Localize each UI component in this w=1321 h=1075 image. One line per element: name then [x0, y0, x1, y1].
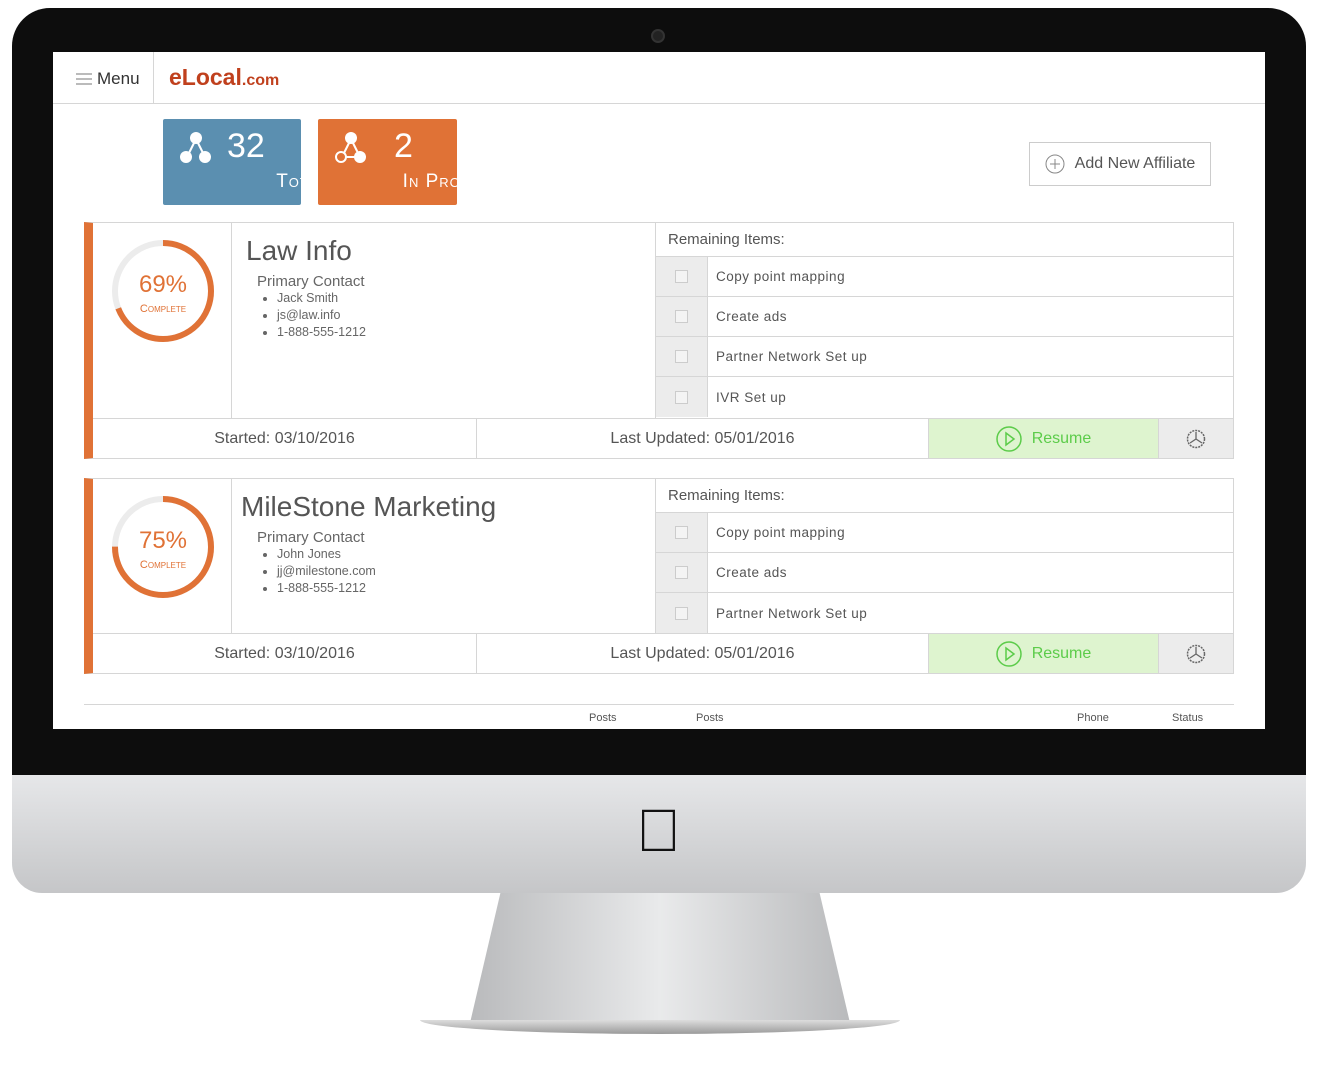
- screen: Menu eLocal.com 32 Total 2 In Progress A…: [53, 52, 1265, 729]
- top-bar: Menu eLocal.com: [53, 52, 1265, 104]
- checkbox[interactable]: [656, 337, 708, 376]
- divider: [231, 479, 232, 634]
- in-progress-stat[interactable]: 2 In Progress: [318, 119, 510, 205]
- item-label: Copy point mapping: [716, 269, 846, 284]
- play-circle-icon: [995, 640, 1022, 667]
- gear-icon: [1186, 644, 1206, 663]
- percent-complete: 69% Complete: [111, 271, 215, 317]
- resume-button[interactable]: Resume: [928, 419, 1158, 458]
- remaining-item[interactable]: Copy point mapping: [656, 513, 1233, 553]
- remaining-item[interactable]: Copy point mapping: [656, 257, 1233, 297]
- checkbox[interactable]: [656, 257, 708, 296]
- menu-button[interactable]: Menu: [75, 69, 140, 89]
- item-label: Create ads: [716, 565, 788, 580]
- remaining-items: Remaining Items: Copy point mapping Crea…: [656, 479, 1233, 633]
- monitor-base: [420, 1020, 900, 1034]
- primary-contact: Primary Contact John Jonesjj@milestone.c…: [257, 529, 376, 597]
- complete-label: Complete: [139, 559, 187, 571]
- remaining-item[interactable]: Partner Network Set up: [656, 337, 1233, 377]
- table-header: Posts Posts Phone Status: [84, 704, 1234, 724]
- affiliate-name: MileStone Marketing: [241, 491, 497, 522]
- gear-icon: [1186, 429, 1206, 448]
- percent-complete: 75% Complete: [111, 527, 215, 573]
- logo-suffix: .com: [241, 72, 280, 89]
- network-icon: [335, 132, 366, 163]
- item-label: Partner Network Set up: [716, 605, 868, 621]
- hamburger-icon: [76, 73, 92, 85]
- settings-button[interactable]: [1158, 419, 1233, 458]
- resume-label: Resume: [1031, 644, 1092, 662]
- contact-heading: Primary Contact: [257, 273, 365, 290]
- last-updated-date: Last Updated: 05/01/2016: [610, 644, 795, 662]
- column-header[interactable]: Status: [1172, 712, 1203, 725]
- remaining-item[interactable]: Partner Network Set up: [656, 593, 1233, 633]
- affiliate-name: Law Info: [246, 235, 352, 266]
- camera: [651, 29, 665, 43]
- column-header[interactable]: Phone: [1077, 712, 1109, 725]
- remaining-item[interactable]: Create ads: [656, 297, 1233, 337]
- column-header[interactable]: Posts: [696, 712, 724, 725]
- play-circle-icon: [995, 425, 1022, 452]
- card-footer: Started: 03/10/2016 Last Updated: 05/01/…: [93, 418, 1233, 458]
- logo-main: eLocal: [169, 64, 242, 90]
- contact-email[interactable]: js@law.info: [277, 307, 366, 324]
- checkbox[interactable]: [656, 593, 708, 633]
- percent-value: 69%: [138, 271, 188, 298]
- checkbox[interactable]: [656, 297, 708, 336]
- contact-name: Jack Smith: [277, 290, 366, 307]
- contact-phone: 1-888-555-1212: [277, 324, 366, 341]
- item-label: Partner Network Set up: [716, 349, 868, 364]
- contact-name: John Jones: [277, 546, 376, 563]
- last-updated-date: Last Updated: 05/01/2016: [610, 429, 795, 447]
- in-progress-label: In Progress: [402, 171, 512, 192]
- resume-button[interactable]: Resume: [928, 634, 1158, 673]
- remaining-heading: Remaining Items:: [656, 223, 1233, 257]
- divider: [153, 52, 154, 104]
- item-label: Copy point mapping: [716, 525, 846, 540]
- checkbox[interactable]: [656, 513, 708, 552]
- divider: [231, 223, 232, 418]
- logo[interactable]: eLocal.com: [169, 64, 279, 91]
- apple-logo-icon: : [636, 796, 681, 865]
- plus-circle-icon: [1045, 154, 1065, 174]
- checkbox[interactable]: [656, 377, 708, 417]
- item-label: Create ads: [716, 309, 788, 324]
- remaining-item[interactable]: Create ads: [656, 553, 1233, 593]
- remaining-heading: Remaining Items:: [656, 479, 1233, 513]
- resume-label: Resume: [1031, 429, 1092, 447]
- contact-heading: Primary Contact: [257, 529, 365, 546]
- contact-email[interactable]: jj@milestone.com: [277, 563, 376, 580]
- checkbox[interactable]: [656, 553, 708, 592]
- complete-label: Complete: [139, 303, 187, 315]
- contact-phone: 1-888-555-1212: [277, 580, 376, 597]
- started-date: Started: 03/10/2016: [93, 419, 477, 458]
- affiliate-card: 69% Complete Law Info Primary Contact Jac…: [84, 222, 1234, 459]
- started-date: Started: 03/10/2016: [93, 634, 477, 673]
- network-icon: [180, 132, 211, 163]
- settings-button[interactable]: [1158, 634, 1233, 673]
- add-new-affiliate-button[interactable]: Add New Affiliate: [1029, 142, 1211, 186]
- primary-contact: Primary Contact Jack Smithjs@law.info1-8…: [257, 273, 366, 341]
- menu-label: Menu: [97, 69, 140, 88]
- card-footer: Started: 03/10/2016 Last Updated: 05/01/…: [93, 633, 1233, 673]
- total-stat[interactable]: 32 Total: [163, 119, 325, 205]
- total-count: 32: [227, 127, 265, 165]
- remaining-items: Remaining Items: Copy point mapping Crea…: [656, 223, 1233, 417]
- in-progress-count: 2: [394, 127, 413, 165]
- item-label: IVR Set up: [716, 389, 787, 405]
- affiliate-card: 75% Complete MileStone Marketing Primary …: [84, 478, 1234, 674]
- percent-value: 75%: [138, 527, 188, 554]
- monitor-stand: [470, 893, 850, 1023]
- remaining-item[interactable]: IVR Set up: [656, 377, 1233, 417]
- column-header[interactable]: Posts: [589, 712, 617, 725]
- add-affiliate-label: Add New Affiliate: [1074, 155, 1196, 172]
